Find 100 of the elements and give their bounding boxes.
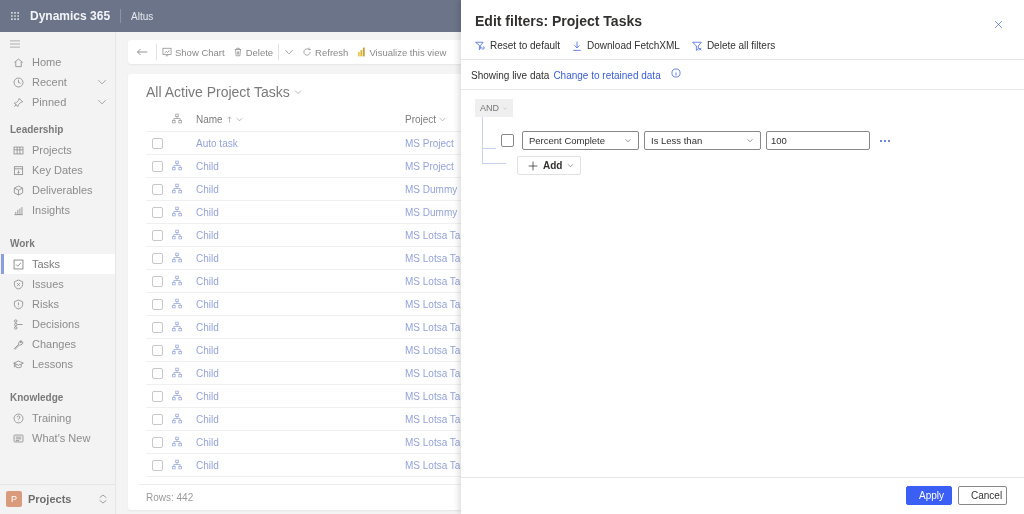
- task-link[interactable]: Child: [196, 367, 405, 379]
- hierarchy-icon[interactable]: [172, 366, 182, 378]
- project-link[interactable]: MS Lotsa Ta: [405, 390, 461, 402]
- hierarchy-icon[interactable]: [172, 159, 182, 171]
- view-title[interactable]: All Active Project Tasks: [146, 84, 290, 100]
- nav-item[interactable]: Tasks: [1, 254, 115, 274]
- task-link[interactable]: Child: [196, 206, 405, 218]
- hierarchy-icon[interactable]: [172, 205, 182, 217]
- task-link[interactable]: Child: [196, 321, 405, 333]
- task-link[interactable]: Child: [196, 436, 405, 448]
- project-link[interactable]: MS Lotsa Ta: [405, 321, 461, 333]
- task-link[interactable]: Child: [196, 252, 405, 264]
- task-link[interactable]: Child: [196, 459, 405, 471]
- task-link[interactable]: Child: [196, 298, 405, 310]
- task-link[interactable]: Child: [196, 160, 405, 172]
- row-checkbox[interactable]: [152, 206, 163, 218]
- up-down-chevron-icon[interactable]: [99, 492, 107, 505]
- task-link[interactable]: Child: [196, 183, 405, 195]
- task-link[interactable]: Child: [196, 275, 405, 287]
- nav-item[interactable]: Key Dates: [1, 160, 115, 180]
- nav-item[interactable]: Recent: [1, 72, 115, 92]
- task-link[interactable]: Child: [196, 390, 405, 402]
- hierarchy-icon[interactable]: [172, 389, 182, 401]
- hierarchy-icon[interactable]: [172, 320, 182, 332]
- nav-item[interactable]: Pinned: [1, 92, 115, 112]
- filter-action-button[interactable]: Download FetchXML: [570, 40, 682, 51]
- project-link[interactable]: MS Project: [405, 160, 461, 172]
- nav-item[interactable]: Insights: [1, 200, 115, 220]
- row-checkbox[interactable]: [152, 413, 163, 425]
- row-checkbox[interactable]: [152, 298, 163, 310]
- nav-item[interactable]: Projects: [1, 140, 115, 160]
- hierarchy-icon[interactable]: [172, 228, 182, 240]
- column-header[interactable]: Project: [405, 114, 461, 125]
- row-checkbox[interactable]: [152, 344, 163, 356]
- row-checkbox[interactable]: [152, 459, 163, 471]
- row-checkbox[interactable]: [152, 252, 163, 264]
- nav-item[interactable]: What's New: [1, 428, 115, 448]
- row-checkbox[interactable]: [152, 229, 163, 241]
- hierarchy-icon[interactable]: [172, 274, 182, 286]
- hierarchy-icon[interactable]: [172, 435, 182, 447]
- hierarchy-icon[interactable]: [172, 251, 182, 263]
- row-checkbox[interactable]: [152, 436, 163, 448]
- project-link[interactable]: MS Lotsa Ta: [405, 367, 461, 379]
- info-icon[interactable]: [670, 68, 681, 78]
- task-link[interactable]: Child: [196, 413, 405, 425]
- nav-item[interactable]: Decisions: [1, 314, 115, 334]
- apply-button[interactable]: Apply: [906, 486, 952, 505]
- column-header[interactable]: Name: [196, 114, 405, 125]
- task-link[interactable]: Auto task: [196, 137, 405, 149]
- row-checkbox[interactable]: [152, 183, 163, 195]
- field-dropdown[interactable]: Percent Complete: [522, 131, 639, 150]
- app-launcher-icon[interactable]: [10, 11, 20, 21]
- hierarchy-icon[interactable]: [172, 412, 182, 424]
- menu-icon[interactable]: [10, 40, 20, 48]
- project-link[interactable]: MS Lotsa Ta: [405, 436, 461, 448]
- hierarchy-icon[interactable]: [172, 182, 182, 194]
- nav-item[interactable]: Home: [1, 52, 115, 72]
- toolbar-button[interactable]: Visualize this view: [353, 41, 450, 63]
- project-link[interactable]: MS Lotsa Ta: [405, 413, 461, 425]
- row-checkbox[interactable]: [152, 137, 163, 149]
- hierarchy-icon[interactable]: [172, 297, 182, 309]
- project-link[interactable]: MS Lotsa Ta: [405, 344, 461, 356]
- hierarchy-icon[interactable]: [172, 113, 182, 124]
- more-icon[interactable]: [879, 138, 891, 143]
- row-checkbox[interactable]: [152, 160, 163, 172]
- value-field[interactable]: 100: [766, 131, 870, 150]
- row-checkbox[interactable]: [152, 321, 163, 333]
- project-link[interactable]: MS Dummy: [405, 206, 461, 218]
- chevron-down-icon[interactable]: [97, 98, 107, 106]
- row-checkbox[interactable]: [152, 367, 163, 379]
- row-checkbox[interactable]: [152, 275, 163, 287]
- change-data-link[interactable]: Change to retained data: [553, 70, 661, 81]
- chevron-down-icon[interactable]: [97, 78, 107, 86]
- project-link[interactable]: MS Lotsa Ta: [405, 298, 461, 310]
- project-link[interactable]: MS Lotsa Ta: [405, 275, 461, 287]
- toolbar-button[interactable]: Refresh: [299, 41, 352, 63]
- hierarchy-icon[interactable]: [172, 458, 182, 470]
- back-arrow-icon[interactable]: [136, 47, 148, 57]
- hierarchy-icon[interactable]: [172, 343, 182, 355]
- chevron-down-icon[interactable]: [293, 89, 302, 95]
- cancel-button[interactable]: Cancel: [958, 486, 1007, 505]
- condition-checkbox[interactable]: [501, 134, 514, 147]
- toolbar-button[interactable]: Delete: [229, 41, 277, 63]
- project-link[interactable]: MS Lotsa Ta: [405, 229, 461, 241]
- project-link[interactable]: MS Dummy: [405, 183, 461, 195]
- nav-item[interactable]: Changes: [1, 334, 115, 354]
- nav-item[interactable]: Lessons: [1, 354, 115, 374]
- row-checkbox[interactable]: [152, 390, 163, 402]
- task-link[interactable]: Child: [196, 229, 405, 241]
- nav-item[interactable]: Risks: [1, 294, 115, 314]
- project-link[interactable]: MS Lotsa Ta: [405, 252, 461, 264]
- project-link[interactable]: MS Project: [405, 137, 461, 149]
- filter-action-button[interactable]: Delete all filters: [689, 40, 778, 51]
- nav-item[interactable]: Training: [1, 408, 115, 428]
- task-link[interactable]: Child: [196, 344, 405, 356]
- filter-action-button[interactable]: Reset to default: [473, 40, 563, 51]
- toolbar-button[interactable]: Show Chart: [159, 41, 228, 63]
- project-link[interactable]: MS Lotsa Ta: [405, 459, 461, 471]
- nav-item[interactable]: Deliverables: [1, 180, 115, 200]
- add-button[interactable]: Add: [517, 156, 581, 175]
